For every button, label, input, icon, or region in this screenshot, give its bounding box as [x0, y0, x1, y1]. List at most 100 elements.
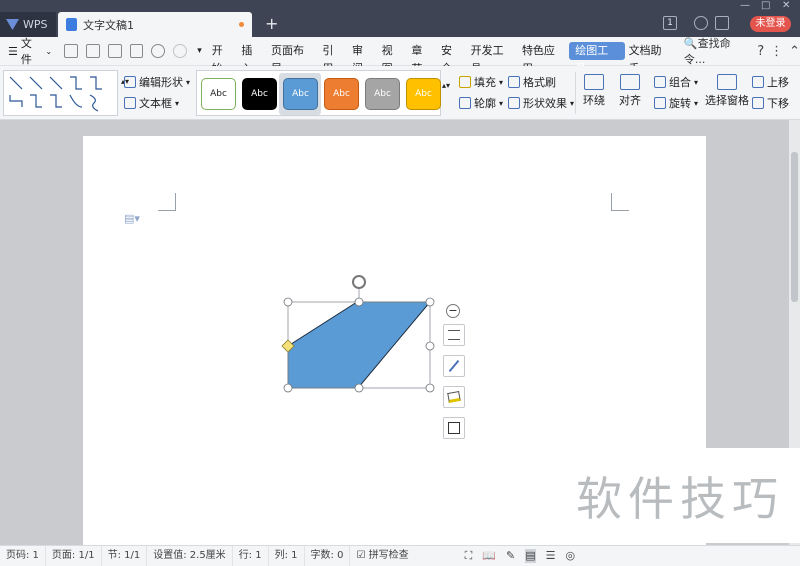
edit-shape-button[interactable]: 编辑形状 ▾ — [124, 74, 190, 90]
print-preview-icon[interactable] — [129, 44, 144, 58]
page-count-badge[interactable]: 1 — [663, 16, 677, 30]
align-button[interactable]: 对齐 — [619, 74, 641, 108]
page-view-icon[interactable]: ▤ — [525, 549, 536, 563]
collapse-ribbon-icon[interactable]: ⌃ — [789, 44, 800, 59]
shape-effect-label: 形状效果 — [523, 97, 567, 110]
shape-style-swatch-0[interactable]: Abc — [201, 78, 236, 110]
status-pages[interactable]: 页面: 1/1 — [46, 546, 102, 566]
outline-label: 轮廓 — [474, 97, 496, 110]
write-mode-icon[interactable]: ✎ — [506, 549, 515, 563]
group-button[interactable]: 组合 ▾ — [654, 74, 698, 90]
menu-tab-2[interactable]: 页面布局 — [267, 42, 318, 75]
login-button[interactable]: 未登录 — [750, 16, 791, 32]
menu-tab-11[interactable]: 文档助手 — [625, 42, 676, 75]
shape-style-swatch-4[interactable]: Abc — [365, 78, 400, 110]
maximize-icon[interactable]: □ — [761, 0, 770, 12]
undo-icon[interactable] — [151, 44, 166, 58]
outline-button[interactable]: 轮廓 ▾ — [459, 95, 503, 111]
document-tab-label: 文字文稿1 — [83, 18, 134, 32]
menu-tab-6[interactable]: 章节 — [407, 42, 437, 75]
outline-view-icon[interactable]: ☰ — [546, 549, 556, 563]
shape-frame-float-button[interactable] — [443, 417, 465, 439]
resize-handle-bottom-right[interactable] — [425, 383, 435, 393]
print-icon[interactable] — [107, 44, 122, 58]
menu-tab-1[interactable]: 插入 — [237, 42, 267, 75]
format-brush-button[interactable]: 格式刷 — [508, 74, 556, 90]
more-icon[interactable]: ⋮ — [770, 44, 783, 59]
parallelogram-shape[interactable] — [287, 301, 432, 389]
rotate-handle-icon[interactable] — [352, 275, 366, 289]
status-word-count[interactable]: 字数: 0 — [305, 546, 351, 566]
send-backward-button[interactable]: 下移 — [752, 95, 789, 111]
text-box-label: 文本框 — [139, 97, 172, 110]
file-menu[interactable]: ☰ 文件 ⌄ — [0, 35, 60, 67]
menu-tab-7[interactable]: 安全 — [437, 42, 467, 75]
web-view-icon[interactable]: ◎ — [566, 549, 576, 563]
menu-tab-0[interactable]: 开始 — [208, 42, 238, 75]
format-painter-icon[interactable] — [85, 44, 100, 58]
fullscreen-icon[interactable]: ⛶ — [465, 549, 473, 563]
menu-tab-5[interactable]: 视图 — [378, 42, 408, 75]
status-row[interactable]: 行: 1 — [233, 546, 269, 566]
ribbon: ▴▾ 编辑形状 ▾ 文本框 ▾ Abc Abc Abc Abc Abc Abc ▴▾ 填充 ▾ … — [0, 66, 800, 120]
minimize-icon[interactable]: — — [740, 0, 750, 12]
shape-style-swatch-2[interactable]: Abc — [283, 78, 318, 110]
wps-logo-icon — [6, 19, 19, 30]
line-shapes-gallery[interactable]: ▴▾ — [3, 70, 129, 116]
status-section[interactable]: 节: 1/1 — [102, 546, 148, 566]
skin-icon[interactable] — [694, 16, 708, 30]
unsaved-dot-icon — [239, 22, 244, 27]
spell-check-button[interactable]: ☑ 拼写检查 — [350, 546, 414, 566]
wrap-button[interactable]: 环绕 — [583, 74, 605, 108]
bring-forward-label: 上移 — [767, 76, 789, 89]
selection-pane-button[interactable]: 选择窗格 — [705, 74, 749, 108]
new-tab-button[interactable]: + — [265, 14, 278, 33]
menu-tab-3[interactable]: 引用 — [318, 42, 348, 75]
chevron-down-icon: ⌄ — [45, 46, 53, 56]
layout-options-button[interactable] — [443, 324, 465, 346]
save-icon[interactable] — [64, 44, 78, 58]
resize-handle-right[interactable] — [425, 341, 435, 351]
send-backward-label: 下移 — [767, 97, 789, 110]
line-shapes-svg — [9, 76, 102, 112]
resize-handle-bottom-left[interactable] — [283, 383, 293, 393]
rotate-button[interactable]: 旋转 ▾ — [654, 95, 698, 111]
status-setting-value[interactable]: 设置值: 2.5厘米 — [147, 546, 233, 566]
text-box-button[interactable]: 文本框 ▾ — [124, 95, 179, 111]
read-mode-icon[interactable]: 📖 — [482, 549, 496, 563]
resize-handle-top-right[interactable] — [425, 297, 435, 307]
customize-toolbar-icon[interactable]: ▾ — [197, 46, 202, 56]
shape-effect-button[interactable]: 形状效果 ▾ — [508, 95, 574, 111]
menu-tab-8[interactable]: 开发工具 — [467, 42, 518, 75]
fill-float-button[interactable] — [443, 386, 465, 408]
bring-forward-icon — [752, 76, 764, 88]
shape-canvas — [281, 275, 435, 393]
resize-handle-top[interactable] — [354, 297, 364, 307]
align-label: 对齐 — [619, 94, 641, 107]
outline-float-button[interactable] — [443, 355, 465, 377]
menu-tab-9[interactable]: 特色应用 — [518, 42, 569, 75]
wps-home-tab[interactable]: WPS — [0, 12, 56, 37]
shirt-icon[interactable] — [715, 16, 729, 30]
redo-icon[interactable] — [173, 44, 188, 58]
styles-scroll-icon[interactable]: ▴▾ — [442, 81, 450, 90]
status-page-number[interactable]: 页码: 1 — [0, 546, 46, 566]
document-tab[interactable]: 文字文稿1 — [58, 12, 252, 37]
status-column[interactable]: 列: 1 — [269, 546, 305, 566]
resize-handle-top-left[interactable] — [283, 297, 293, 307]
scrollbar-thumb[interactable] — [791, 152, 798, 302]
bring-forward-button[interactable]: 上移 — [752, 74, 789, 90]
paste-options-icon[interactable]: ▤▾ — [124, 212, 140, 225]
search-command[interactable]: 🔍查找命令... — [684, 35, 751, 67]
collapse-float-icon[interactable]: − — [446, 304, 460, 318]
resize-handle-bottom[interactable] — [354, 383, 364, 393]
close-icon[interactable]: ✕ — [782, 0, 790, 12]
shape-style-swatch-5[interactable]: Abc — [406, 78, 441, 110]
menu-tab-10[interactable]: 绘图工具 — [569, 42, 625, 75]
menu-tab-4[interactable]: 审阅 — [348, 42, 378, 75]
help-icon[interactable]: ? — [757, 44, 764, 59]
shape-style-swatch-3[interactable]: Abc — [324, 78, 359, 110]
shape-style-swatch-1[interactable]: Abc — [242, 78, 277, 110]
shape-styles-gallery: Abc Abc Abc Abc Abc Abc ▴▾ — [196, 70, 450, 116]
fill-button[interactable]: 填充 ▾ — [459, 74, 503, 90]
